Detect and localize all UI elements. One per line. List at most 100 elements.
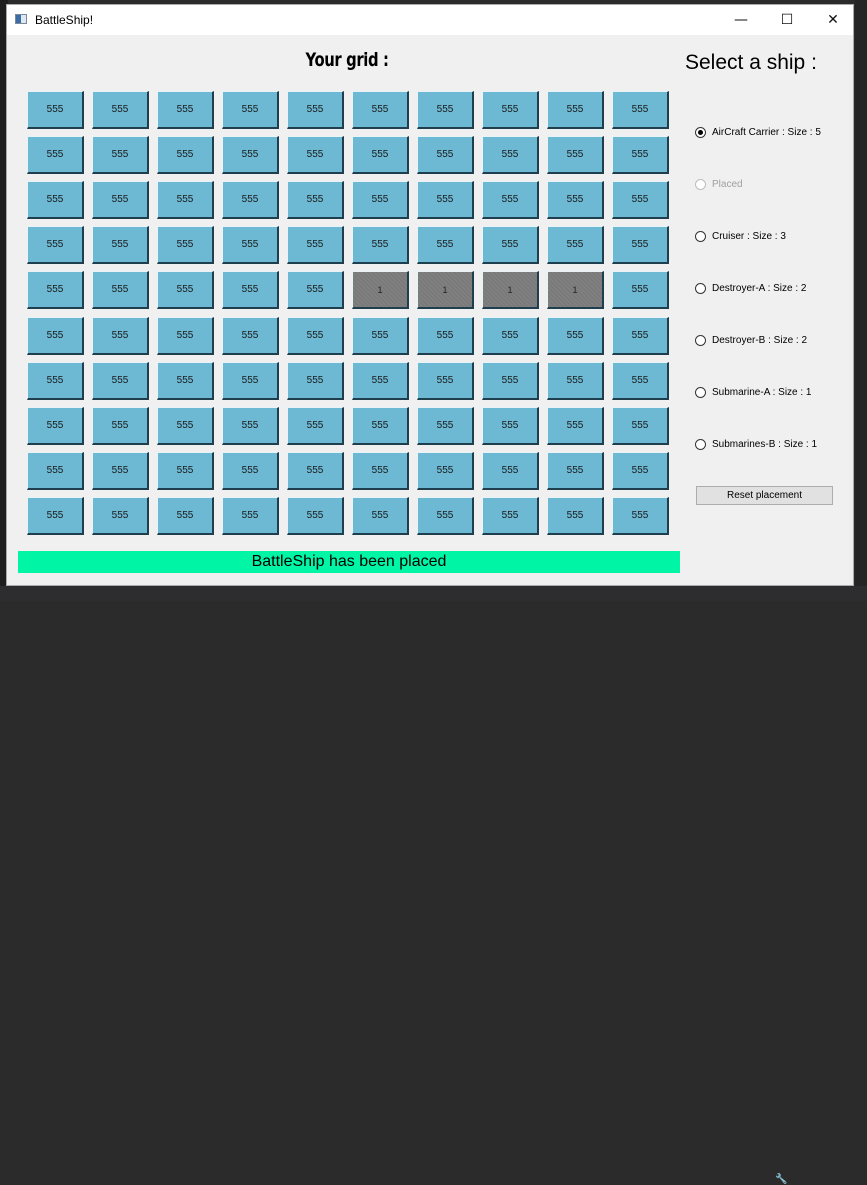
grid-cell[interactable]: 555 [287,317,344,355]
grid-cell[interactable]: 555 [417,452,474,490]
grid-cell[interactable]: 555 [287,226,344,264]
grid-cell[interactable]: 555 [157,317,214,355]
grid-cell[interactable]: 555 [612,407,669,445]
grid-cell[interactable]: 555 [157,181,214,219]
grid-cell[interactable]: 555 [287,181,344,219]
grid-cell[interactable]: 555 [92,317,149,355]
grid-cell[interactable]: 555 [417,407,474,445]
title-bar[interactable]: BattleShip! — ☐ ✕ [7,5,853,35]
grid-cell[interactable]: 555 [482,497,539,535]
grid-cell[interactable]: 555 [482,91,539,129]
grid-cell[interactable]: 555 [547,452,604,490]
grid-cell[interactable]: 555 [417,181,474,219]
grid-cell[interactable]: 555 [287,362,344,400]
grid-cell[interactable]: 555 [157,452,214,490]
grid-cell[interactable]: 555 [547,497,604,535]
grid-cell[interactable]: 555 [92,497,149,535]
grid-cell[interactable]: 555 [482,452,539,490]
grid-cell[interactable]: 555 [612,91,669,129]
grid-cell[interactable]: 555 [352,91,409,129]
grid-cell[interactable]: 555 [222,91,279,129]
grid-cell[interactable]: 555 [417,91,474,129]
grid-cell[interactable]: 555 [92,452,149,490]
grid-cell[interactable]: 555 [417,226,474,264]
grid-cell[interactable]: 555 [612,362,669,400]
ship-option[interactable]: AirCraft Carrier : Size : 5 [695,124,821,140]
grid-cell[interactable]: 555 [417,497,474,535]
grid-cell[interactable]: 555 [222,271,279,309]
grid-cell[interactable]: 555 [92,136,149,174]
grid-cell[interactable]: 555 [612,317,669,355]
grid-cell[interactable]: 555 [352,317,409,355]
grid-cell[interactable]: 555 [27,136,84,174]
grid-cell[interactable]: 555 [612,181,669,219]
grid-cell[interactable]: 1 [417,271,474,309]
grid-cell[interactable]: 555 [27,452,84,490]
grid-cell[interactable]: 555 [417,136,474,174]
grid-cell[interactable]: 555 [352,497,409,535]
grid-cell[interactable]: 555 [27,362,84,400]
grid-cell[interactable]: 555 [482,407,539,445]
grid-cell[interactable]: 555 [27,181,84,219]
grid-cell[interactable]: 555 [417,317,474,355]
grid-cell[interactable]: 555 [612,226,669,264]
grid-cell[interactable]: 555 [92,271,149,309]
grid-cell[interactable]: 555 [157,226,214,264]
ship-option[interactable]: Cruiser : Size : 3 [695,228,786,244]
ship-option[interactable]: Submarines-B : Size : 1 [695,436,817,452]
grid-cell[interactable]: 555 [482,136,539,174]
grid-cell[interactable]: 555 [612,136,669,174]
grid-cell[interactable]: 555 [352,452,409,490]
radio-button[interactable] [695,438,706,450]
radio-button[interactable] [695,334,706,346]
grid-cell[interactable]: 1 [352,271,409,309]
grid-cell[interactable]: 555 [547,226,604,264]
grid-cell[interactable]: 555 [222,317,279,355]
radio-button[interactable] [695,282,706,294]
grid-cell[interactable]: 555 [222,407,279,445]
grid-cell[interactable]: 555 [27,271,84,309]
ship-option[interactable]: Submarine-A : Size : 1 [695,384,812,400]
grid-cell[interactable]: 555 [222,452,279,490]
grid-cell[interactable]: 555 [482,362,539,400]
grid-cell[interactable]: 555 [547,91,604,129]
grid-cell[interactable]: 555 [417,362,474,400]
grid-cell[interactable]: 555 [92,226,149,264]
grid-cell[interactable]: 555 [287,91,344,129]
close-button[interactable]: ✕ [810,5,856,35]
grid-cell[interactable]: 555 [157,362,214,400]
grid-cell[interactable]: 555 [547,181,604,219]
grid-cell[interactable]: 555 [157,497,214,535]
grid-cell[interactable]: 555 [157,136,214,174]
radio-button[interactable] [695,126,706,138]
grid-cell[interactable]: 555 [612,271,669,309]
grid-cell[interactable]: 555 [92,362,149,400]
grid-cell[interactable]: 555 [92,181,149,219]
grid-cell[interactable]: 555 [352,407,409,445]
grid-cell[interactable]: 555 [482,181,539,219]
grid-cell[interactable]: 555 [27,317,84,355]
reset-placement-button[interactable]: Reset placement [696,486,833,505]
grid-cell[interactable]: 555 [352,181,409,219]
minimize-button[interactable]: — [718,5,764,35]
radio-button[interactable] [695,386,706,398]
grid-cell[interactable]: 555 [547,362,604,400]
grid-cell[interactable]: 555 [547,317,604,355]
grid-cell[interactable]: 555 [222,136,279,174]
grid-cell[interactable]: 555 [547,136,604,174]
grid-cell[interactable]: 555 [92,91,149,129]
radio-button[interactable] [695,230,706,242]
grid-cell[interactable]: 555 [157,91,214,129]
maximize-button[interactable]: ☐ [764,5,810,35]
grid-cell[interactable]: 555 [352,136,409,174]
grid-cell[interactable]: 555 [482,317,539,355]
grid-cell[interactable]: 555 [287,136,344,174]
grid-cell[interactable]: 555 [222,497,279,535]
grid-cell[interactable]: 555 [222,362,279,400]
grid-cell[interactable]: 555 [157,407,214,445]
grid-cell[interactable]: 555 [27,91,84,129]
grid-cell[interactable]: 555 [27,497,84,535]
grid-cell[interactable]: 1 [547,271,604,309]
grid-cell[interactable]: 555 [547,407,604,445]
grid-cell[interactable]: 555 [352,226,409,264]
